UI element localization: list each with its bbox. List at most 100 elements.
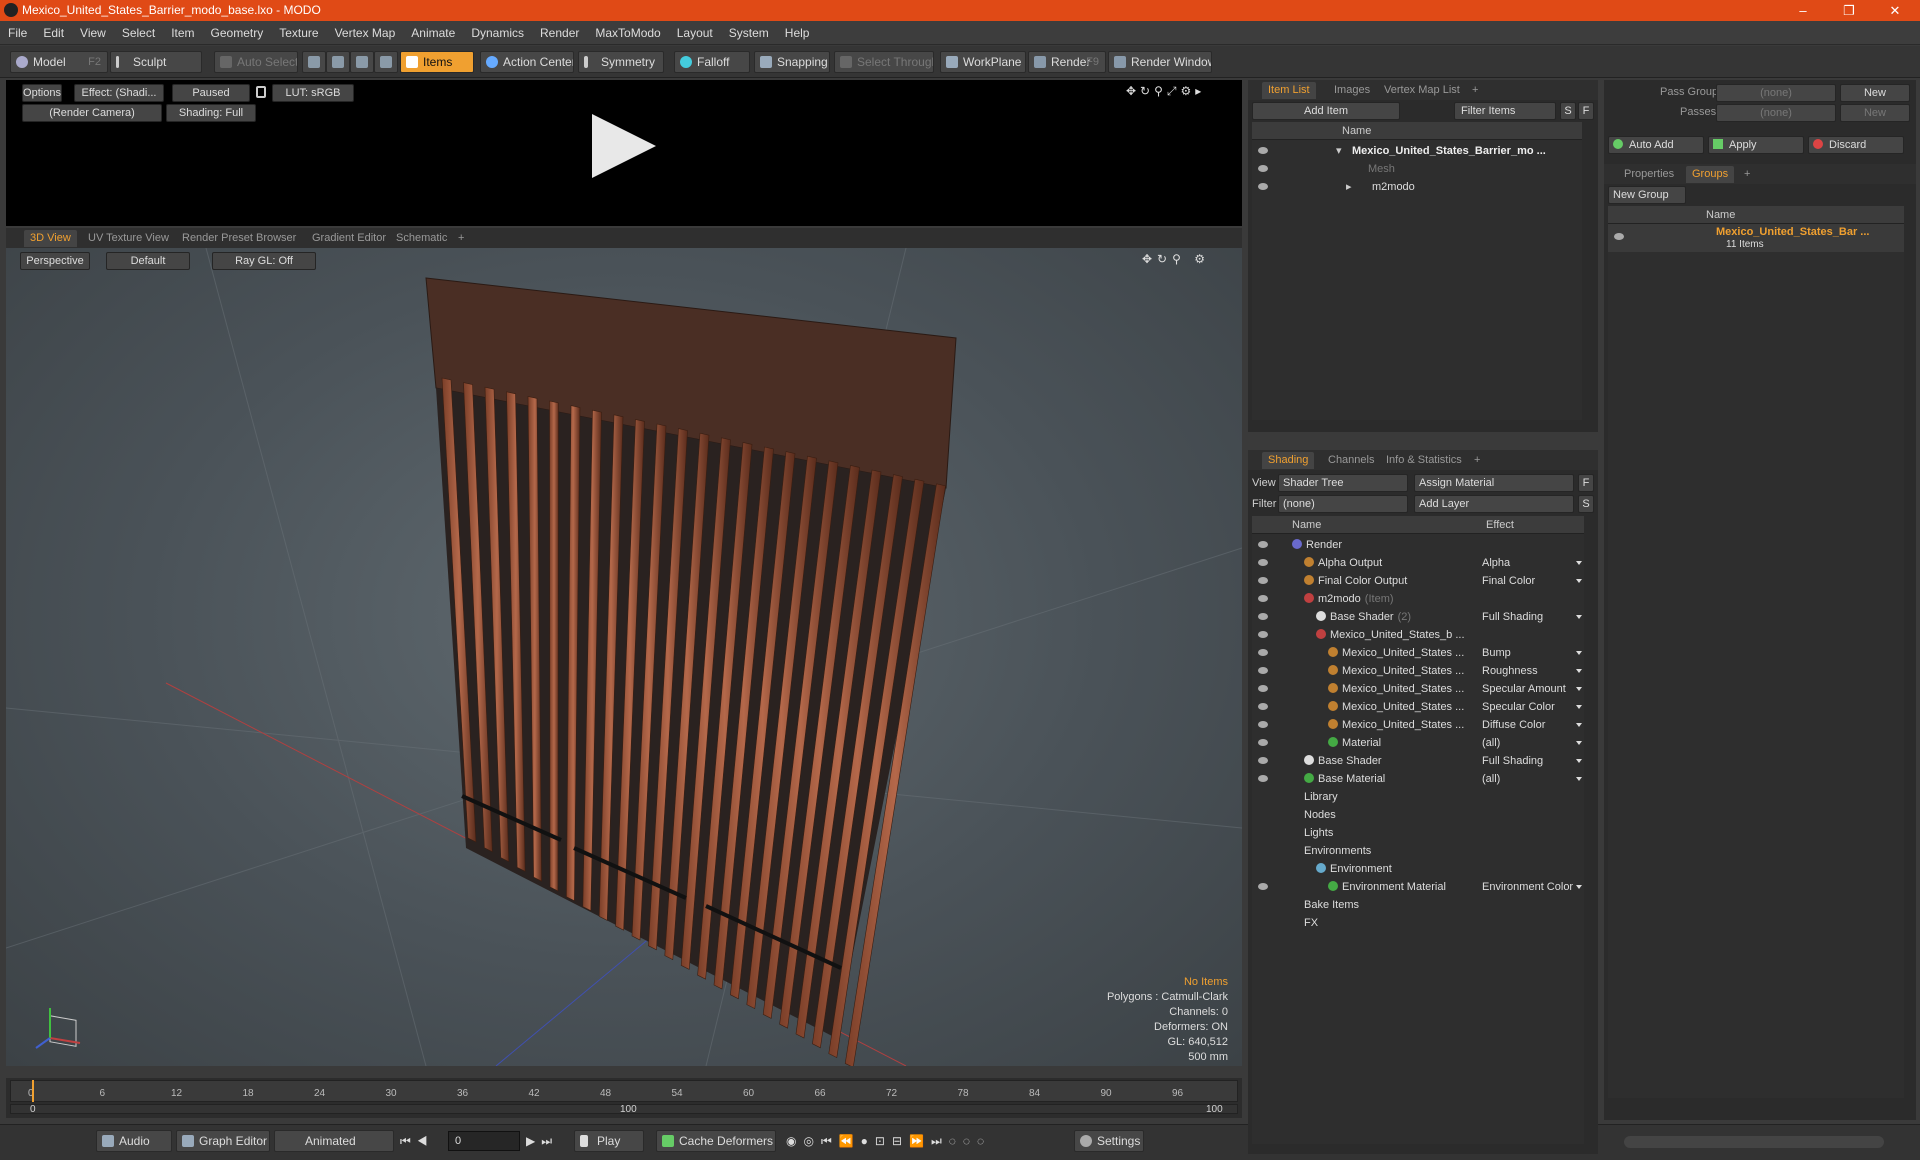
shader-effect-column[interactable]: Effect (1486, 516, 1514, 534)
preview-options-button[interactable]: Options (22, 84, 62, 102)
eye-icon[interactable] (1258, 613, 1268, 620)
tab-shading[interactable]: Shading (1262, 452, 1315, 469)
preview-effect-dropdown[interactable]: Effect: (Shadi... (74, 84, 164, 102)
discard-button[interactable]: Discard (1808, 136, 1904, 154)
shader-tree-row[interactable]: Material (all) (1252, 734, 1584, 752)
list-item[interactable]: ▸ m2modo (1252, 178, 1582, 196)
pass-groups-dropdown[interactable]: (none) (1716, 84, 1836, 102)
tab-vertex-map-list[interactable]: Vertex Map List (1378, 82, 1466, 99)
render-camera-dropdown[interactable]: (Render Camera) (22, 104, 162, 122)
play-render-icon[interactable] (592, 114, 656, 178)
shader-tree-row[interactable]: Base Material (all) (1252, 770, 1584, 788)
menu-geometry[interactable]: Geometry (203, 21, 272, 45)
snapping-button[interactable]: Snapping (754, 51, 830, 73)
auto-add-button[interactable]: Auto Add (1608, 136, 1704, 154)
tab-images[interactable]: Images (1328, 82, 1376, 99)
timeline-ruler[interactable] (10, 1080, 1238, 1102)
list-item[interactable]: ▾ Mexico_United_States_Barrier_mo ... (1252, 142, 1582, 160)
menu-texture[interactable]: Texture (271, 21, 326, 45)
menu-layout[interactable]: Layout (669, 21, 721, 45)
lut-dropdown[interactable]: LUT: sRGB (272, 84, 354, 102)
groups-scrollbar[interactable] (1624, 1136, 1884, 1148)
shading-f-button[interactable]: F (1578, 474, 1594, 492)
minimize-button[interactable]: – (1780, 0, 1826, 21)
eye-icon[interactable] (1258, 183, 1268, 190)
play-button[interactable]: Play (574, 1130, 644, 1152)
menu-dynamics[interactable]: Dynamics (463, 21, 532, 45)
menu-help[interactable]: Help (777, 21, 818, 45)
select-through-button[interactable]: Select Through (834, 51, 934, 73)
layer-effect-dropdown[interactable]: Full Shading (1482, 608, 1584, 626)
shader-tree-row[interactable]: Mexico_United_States ... Bump (1252, 644, 1584, 662)
eye-icon[interactable] (1614, 233, 1624, 240)
eye-icon[interactable] (1258, 739, 1268, 746)
eye-icon[interactable] (1258, 757, 1268, 764)
menu-edit[interactable]: Edit (35, 21, 72, 45)
eye-icon[interactable] (1258, 775, 1268, 782)
eye-icon[interactable] (1258, 147, 1268, 154)
tab-groups[interactable]: Groups (1686, 166, 1735, 183)
group-row[interactable]: Mexico_United_States_Bar ... 11 Items (1608, 224, 1904, 252)
layer-effect-dropdown[interactable]: Bump (1482, 644, 1584, 662)
tab-info-statistics[interactable]: Info & Statistics (1380, 452, 1468, 469)
expand-arrow-icon[interactable]: ▾ (1336, 142, 1342, 160)
tab-add-groups[interactable]: + (1738, 166, 1756, 183)
tab-add-itemlist[interactable]: + (1466, 82, 1484, 99)
menu-file[interactable]: File (0, 21, 35, 45)
shading-s-button[interactable]: S (1578, 495, 1594, 513)
layer-effect-dropdown[interactable]: Specular Amount (1482, 680, 1584, 698)
add-layer-dropdown[interactable]: Add Layer (1414, 495, 1574, 513)
jump-end-icons[interactable]: ▶⏭ (526, 1134, 558, 1149)
menu-select[interactable]: Select (114, 21, 163, 45)
tab-add-shading[interactable]: + (1468, 452, 1486, 469)
menu-maxtomodo[interactable]: MaxToModo (587, 21, 668, 45)
eye-icon[interactable] (1258, 631, 1268, 638)
eye-icon[interactable] (1258, 577, 1268, 584)
eye-icon[interactable] (1258, 721, 1268, 728)
tab-item-list[interactable]: Item List (1262, 82, 1316, 99)
eye-icon[interactable] (1258, 649, 1268, 656)
action-center-button[interactable]: Action Center (480, 51, 574, 73)
frame-input[interactable]: 0 (448, 1131, 520, 1151)
shader-tree-row[interactable]: Base Shader (2) Full Shading (1252, 608, 1584, 626)
shader-tree-row[interactable]: Environments (1252, 842, 1584, 860)
shader-tree-row[interactable]: Nodes (1252, 806, 1584, 824)
render-window-button[interactable]: Render Window (1108, 51, 1212, 73)
new-group-button[interactable]: New Group (1608, 186, 1686, 204)
menu-render[interactable]: Render (532, 21, 587, 45)
graph-editor-button[interactable]: Graph Editor (176, 1130, 270, 1152)
menu-system[interactable]: System (721, 21, 777, 45)
layer-effect-dropdown[interactable]: (all) (1482, 734, 1584, 752)
layer-effect-dropdown[interactable]: (all) (1482, 770, 1584, 788)
shader-tree-row[interactable]: FX (1252, 914, 1584, 932)
layer-effect-dropdown[interactable]: Alpha (1482, 554, 1584, 572)
shader-tree-row[interactable]: Environment (1252, 860, 1584, 878)
close-button[interactable]: ✕ (1872, 0, 1918, 21)
viewport-nav-icons[interactable]: ✥↻⚲ ⚙ (1142, 252, 1232, 266)
key-tools-icons[interactable]: ◉◎⏮⏪●⊡⊟⏩⏭◌◌◌ (786, 1134, 991, 1149)
materials-mode-button[interactable] (374, 51, 398, 73)
eye-icon[interactable] (1258, 595, 1268, 602)
perspective-dropdown[interactable]: Perspective (20, 252, 90, 270)
tab-uv-texture-view[interactable]: UV Texture View (82, 230, 175, 247)
falloff-button[interactable]: Falloff (674, 51, 750, 73)
itemlist-f-button[interactable]: F (1578, 102, 1594, 120)
menu-item[interactable]: Item (163, 21, 202, 45)
shader-tree-row[interactable]: Library (1252, 788, 1584, 806)
shader-tree-row[interactable]: Render (1252, 536, 1584, 554)
settings-button[interactable]: Settings (1074, 1130, 1144, 1152)
tab-add[interactable]: + (452, 230, 470, 247)
filter-items-input[interactable]: Filter Items (1454, 102, 1556, 120)
shader-tree-row[interactable]: Final Color Output Final Color (1252, 572, 1584, 590)
itemlist-s-button[interactable]: S (1560, 102, 1576, 120)
eye-icon[interactable] (1258, 703, 1268, 710)
polygons-mode-button[interactable] (350, 51, 374, 73)
shader-name-column[interactable]: Name (1292, 516, 1321, 534)
collapse-arrow-icon[interactable]: ▸ (1346, 178, 1352, 196)
timeline[interactable]: 0 6 12 18 24 30 36 42 48 54 60 66 72 78 84 90 96 0 100 1… (6, 1078, 1242, 1118)
eye-icon[interactable] (1258, 685, 1268, 692)
shader-tree-row[interactable]: Mexico_United_States ... Diffuse Color (1252, 716, 1584, 734)
passes-dropdown[interactable]: (none) (1716, 104, 1836, 122)
eye-icon[interactable] (1258, 165, 1268, 172)
eye-icon[interactable] (1258, 541, 1268, 548)
